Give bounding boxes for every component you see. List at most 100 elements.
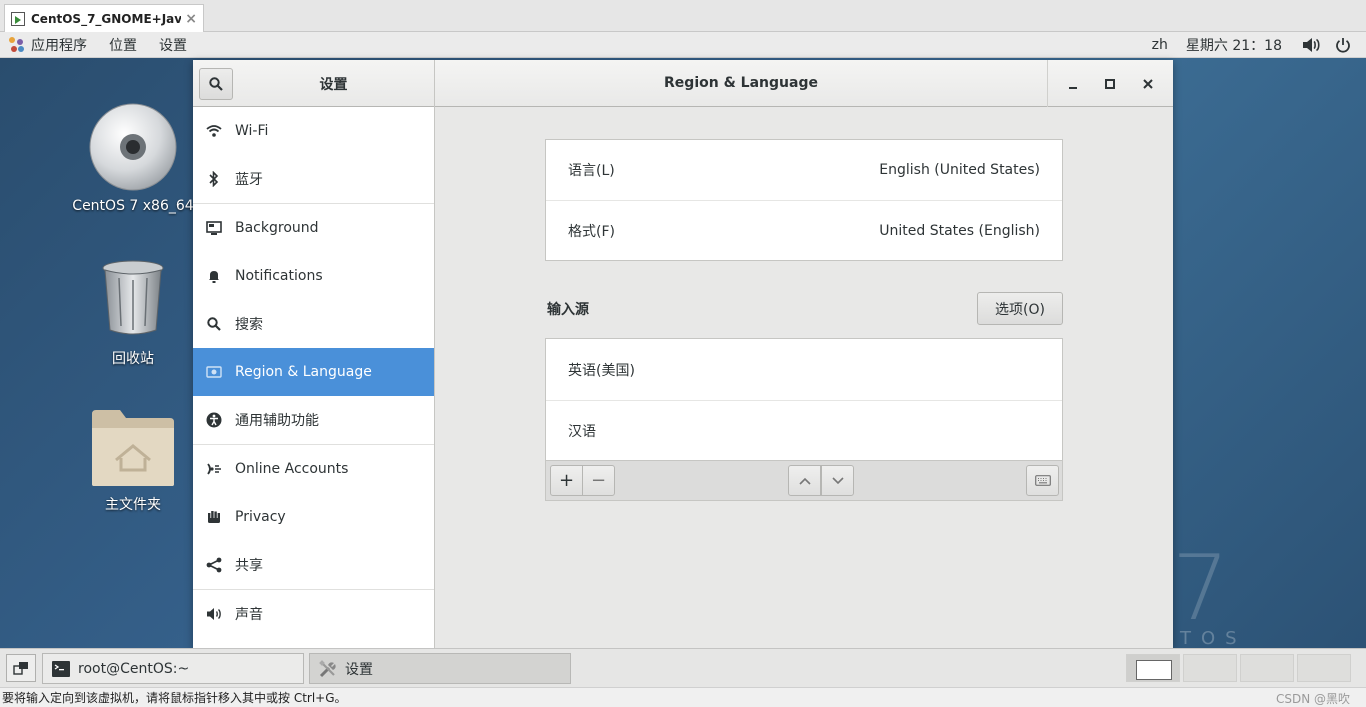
- input-source-row[interactable]: 英语(美国): [546, 339, 1062, 400]
- maximize-icon: [1105, 78, 1116, 89]
- trash-icon: [102, 260, 164, 335]
- sidebar-item-label: Wi-Fi: [235, 123, 269, 139]
- workspace-window-thumbnail: [1136, 660, 1172, 680]
- workspace-4[interactable]: [1297, 654, 1351, 682]
- search-button[interactable]: [199, 67, 233, 100]
- sidebar-item-label: Online Accounts: [235, 461, 349, 477]
- sidebar-item-online-accounts[interactable]: Online Accounts: [193, 445, 434, 493]
- options-button[interactable]: 选项(O): [977, 292, 1063, 325]
- sidebar-item-privacy[interactable]: Privacy: [193, 493, 434, 541]
- sidebar-item-sound[interactable]: 声音: [193, 590, 434, 638]
- sidebar-item-search[interactable]: 搜索: [193, 300, 434, 348]
- share-icon: [206, 557, 222, 573]
- sidebar-item-label: 搜索: [235, 317, 263, 333]
- language-row[interactable]: 语言(L) English (United States): [546, 140, 1062, 200]
- workspace-3[interactable]: [1240, 654, 1294, 682]
- home-folder-icon: [92, 410, 174, 486]
- move-down-button[interactable]: [821, 465, 854, 496]
- sidebar-item-label: Region & Language: [235, 364, 372, 380]
- formats-label: 格式(F): [568, 224, 615, 240]
- formats-row[interactable]: 格式(F) United States (English): [546, 200, 1062, 261]
- disc-icon: [89, 103, 177, 191]
- desktop-icon-label: CentOS 7 x86_64: [72, 198, 194, 214]
- sound-icon: [206, 606, 222, 622]
- minimize-button[interactable]: [1061, 72, 1085, 96]
- close-button[interactable]: [1136, 72, 1160, 96]
- settings-tools-icon: [319, 659, 336, 677]
- input-sources-toolbar: + −: [546, 460, 1062, 500]
- vm-tab[interactable]: CentOS_7_GNOME+Java+... ×: [4, 4, 204, 32]
- desktop-icon-trash[interactable]: 回收站: [68, 260, 198, 368]
- taskbar-item-label: 设置: [345, 661, 373, 678]
- sidebar-item-label: Notifications: [235, 268, 323, 284]
- chevron-down-icon: [831, 476, 844, 484]
- region-language-panel: 语言(L) English (United States) 格式(F) Unit…: [435, 107, 1173, 648]
- search-icon: [206, 316, 222, 332]
- input-sources-heading: 输入源: [547, 302, 589, 318]
- workspace-2[interactable]: [1183, 654, 1237, 682]
- workspace-1[interactable]: [1126, 654, 1180, 682]
- show-desktop-button[interactable]: [6, 654, 36, 682]
- notifications-icon: [206, 268, 222, 284]
- keyboard-icon: [1034, 475, 1051, 486]
- window-controls: [1047, 60, 1173, 107]
- taskbar: root@CentOS:~ 设置: [0, 648, 1366, 687]
- sidebar-item-label: 共享: [235, 558, 263, 574]
- sidebar-item-bluetooth[interactable]: 蓝牙: [193, 155, 434, 203]
- input-source-row[interactable]: 汉语: [546, 400, 1062, 461]
- desktop-icon-home[interactable]: 主文件夹: [68, 408, 198, 514]
- wifi-icon: [206, 123, 222, 139]
- taskbar-item-terminal[interactable]: root@CentOS:~: [42, 653, 304, 684]
- vm-tab-bar: CentOS_7_GNOME+Java+... ×: [0, 0, 1366, 32]
- settings-window: 设置 Region & Language Wi-Fi 蓝牙 Background…: [193, 60, 1173, 648]
- vm-tab-close-button[interactable]: ×: [185, 11, 197, 27]
- region-icon: [206, 364, 222, 380]
- applications-menu[interactable]: 应用程序: [31, 35, 87, 55]
- settings-menu[interactable]: 设置: [159, 35, 187, 55]
- sidebar-item-accessibility[interactable]: 通用辅助功能: [193, 396, 434, 444]
- move-up-button[interactable]: [788, 465, 821, 496]
- sidebar-item-label: 蓝牙: [235, 172, 263, 188]
- privacy-icon: [206, 509, 222, 525]
- vm-icon: [11, 11, 25, 26]
- sidebar-item-region-language[interactable]: Region & Language: [193, 348, 434, 396]
- keyboard-layout-button[interactable]: [1026, 465, 1059, 496]
- sidebar-title: 设置: [319, 76, 348, 93]
- sidebar-item-label: Background: [235, 220, 319, 236]
- volume-icon[interactable]: [1302, 36, 1320, 54]
- minimize-icon: [1068, 86, 1077, 89]
- desktop-watermark-digit: 7: [1172, 536, 1230, 641]
- settings-sidebar: Wi-Fi 蓝牙 Background Notifications 搜索 Reg…: [193, 107, 435, 648]
- language-format-list: 语言(L) English (United States) 格式(F) Unit…: [545, 139, 1063, 261]
- add-input-source-button[interactable]: +: [550, 465, 583, 496]
- remove-input-source-button[interactable]: −: [582, 465, 615, 496]
- bluetooth-icon: [206, 171, 222, 187]
- input-language-indicator[interactable]: zh: [1152, 37, 1168, 53]
- chevron-up-icon: [798, 477, 811, 485]
- sidebar-item-sharing[interactable]: 共享: [193, 541, 434, 589]
- vm-tab-title: CentOS_7_GNOME+Java+...: [31, 11, 182, 26]
- vm-status-text: 要将输入定向到该虚拟机，请将鼠标指针移入其中或按 Ctrl+G。: [2, 691, 347, 705]
- desktop-icon-label: 回收站: [112, 351, 154, 367]
- vm-status-bar: 要将输入定向到该虚拟机，请将鼠标指针移入其中或按 Ctrl+G。 CSDN @黑…: [0, 687, 1366, 707]
- sidebar-header: 设置: [193, 60, 435, 107]
- maximize-button[interactable]: [1098, 72, 1122, 96]
- desktop-icon-disc[interactable]: CentOS 7 x86_64: [68, 102, 198, 214]
- sidebar-item-wifi[interactable]: Wi-Fi: [193, 107, 434, 155]
- taskbar-item-label: root@CentOS:~: [78, 660, 190, 677]
- sidebar-item-notifications[interactable]: Notifications: [193, 252, 434, 300]
- taskbar-item-settings[interactable]: 设置: [309, 653, 571, 684]
- applications-icon: [9, 36, 25, 53]
- sidebar-item-label: 通用辅助功能: [235, 413, 319, 429]
- clock[interactable]: 星期六 21：18: [1186, 35, 1282, 55]
- power-icon[interactable]: [1334, 36, 1352, 54]
- background-icon: [206, 220, 222, 236]
- watermark-text: CSDN @黑吹: [1275, 692, 1350, 706]
- gnome-top-bar: 应用程序 位置 设置 zh 星期六 21：18: [0, 32, 1366, 58]
- places-menu[interactable]: 位置: [109, 35, 137, 55]
- sidebar-item-label: 声音: [235, 607, 263, 623]
- sidebar-item-background[interactable]: Background: [193, 204, 434, 252]
- window-header-bar: 设置 Region & Language: [193, 60, 1173, 107]
- close-icon: [1143, 78, 1153, 89]
- desktop-icon-label: 主文件夹: [105, 497, 161, 513]
